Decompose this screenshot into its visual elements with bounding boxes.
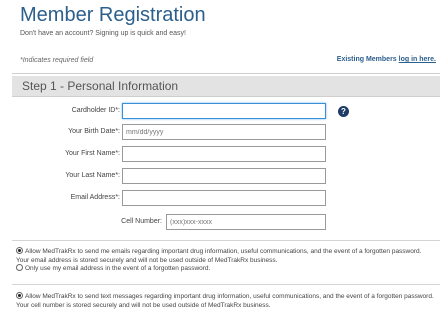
cardholder-label: Cardholder ID*: (71, 107, 120, 114)
required-field-note: *Indicates required field (20, 57, 94, 64)
email-row: Email Address*: (0, 190, 440, 208)
section-divider (12, 240, 440, 241)
email-allow-option[interactable]: Allow MedTrakRx to send me emails regard… (16, 247, 436, 265)
last-name-label: Your Last Name*: (65, 172, 120, 179)
first-name-label: Your First Name*: (65, 150, 120, 157)
email-only-option[interactable]: Only use my email address in the event o… (16, 264, 436, 274)
birth-date-input[interactable] (122, 124, 326, 140)
page-subtitle: Don't have an account? Signing up is qui… (20, 30, 186, 37)
birth-date-label: Your Birth Date*: (68, 128, 120, 135)
cardholder-row: Cardholder ID*: ? (0, 103, 440, 121)
existing-members-note: Existing Members log in here. (337, 56, 436, 63)
email-allow-radio[interactable] (16, 247, 23, 254)
email-label: Email Address*: (70, 194, 120, 201)
page-title: Member Registration (20, 4, 206, 26)
cell-number-label: Cell Number: (121, 218, 162, 225)
email-only-text: Only use my email address in the event o… (25, 265, 211, 272)
first-name-row: Your First Name*: (0, 146, 440, 164)
email-input[interactable] (122, 190, 326, 206)
first-name-input[interactable] (122, 146, 326, 162)
sms-allow-option[interactable]: Allow MedTrakRx to send text messages re… (16, 292, 436, 310)
cell-row: Cell Number: (0, 214, 440, 232)
question-circle-icon[interactable]: ? (338, 106, 349, 117)
registration-page: Member Registration Don't have an accoun… (0, 0, 440, 331)
email-only-radio[interactable] (16, 264, 23, 271)
last-name-input[interactable] (122, 168, 326, 184)
step-title: Step 1 - Personal Information (22, 79, 179, 93)
cardholder-id-input[interactable] (122, 103, 326, 119)
cell-number-input[interactable] (166, 214, 326, 230)
email-allow-text: Allow MedTrakRx to send me emails regard… (16, 248, 422, 264)
header-divider (12, 73, 440, 74)
step-header: Step 1 - Personal Information (12, 76, 440, 97)
existing-members-label: Existing Members (336, 56, 397, 63)
birth-date-row: Your Birth Date*: (0, 124, 440, 142)
sms-allow-text: Allow MedTrakRx to send text messages re… (16, 293, 434, 309)
sms-allow-radio[interactable] (16, 292, 23, 299)
section-divider (12, 284, 440, 285)
last-name-row: Your Last Name*: (0, 168, 440, 186)
login-link[interactable]: log in here. (399, 56, 436, 63)
